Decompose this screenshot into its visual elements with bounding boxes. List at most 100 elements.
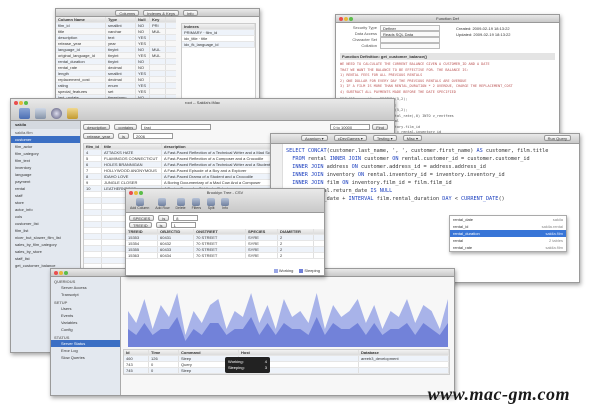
sidebar-item-table[interactable]: staff_list bbox=[11, 255, 80, 262]
column-header: Key bbox=[150, 17, 166, 22]
sidebar-item-table[interactable]: customer_list bbox=[11, 220, 80, 227]
csv-toolbar-button[interactable]: Add Column bbox=[130, 198, 149, 210]
sidebar-item-table[interactable]: film_category bbox=[11, 150, 80, 157]
tab-columns[interactable]: Columns bbox=[115, 10, 140, 16]
sidebar-item-table[interactable]: film_actor bbox=[11, 143, 80, 150]
minimize-button[interactable] bbox=[19, 101, 23, 105]
filter-value-input[interactable]: fast bbox=[141, 124, 212, 130]
sidebar-item-server[interactable]: Events bbox=[51, 312, 120, 319]
sql-editor[interactable]: SELECT CONCAT(customer.last_name, ', ', … bbox=[286, 147, 575, 211]
autocomplete-item[interactable]: rental_id sakila.rental bbox=[450, 223, 566, 230]
csv-grid: TREEID OBJECTID ONSTREET SPECIES DIAMETER 153… bbox=[126, 229, 324, 259]
sidebar-item-table[interactable]: film_list bbox=[11, 227, 80, 234]
close-button[interactable] bbox=[339, 17, 343, 21]
minimize-button[interactable] bbox=[59, 271, 63, 275]
close-button[interactable] bbox=[129, 191, 133, 195]
csv-filter-op[interactable]: is bbox=[158, 214, 170, 221]
range-input[interactable]: 0 to 10000 bbox=[330, 124, 371, 130]
minimize-button[interactable] bbox=[344, 17, 348, 21]
sidebar-item-server[interactable]: Config bbox=[51, 326, 120, 333]
legend-label: Sleeping: bbox=[228, 365, 245, 370]
sidebar-item-table[interactable]: inventory bbox=[11, 164, 80, 171]
close-button[interactable] bbox=[14, 101, 18, 105]
query-icon[interactable] bbox=[51, 108, 62, 119]
content-icon[interactable] bbox=[67, 108, 78, 119]
sidebar-item-server[interactable]: Users bbox=[51, 305, 120, 312]
tab-indexes[interactable]: Indexes & Keys bbox=[143, 10, 179, 16]
sidebar-item-table[interactable]: sales_by_store bbox=[11, 248, 80, 255]
sidebar-item-table[interactable]: actor_info bbox=[11, 206, 80, 213]
table-row[interactable]: 7450Sleeplocalhost:65421 bbox=[124, 368, 449, 374]
field-value[interactable] bbox=[380, 43, 440, 49]
sidebar-item-table[interactable]: language bbox=[11, 171, 80, 178]
query-menu-item[interactable]: cDevGames ▾ bbox=[333, 135, 367, 141]
autocomplete-item[interactable]: rental_duration sakila.film bbox=[450, 230, 566, 237]
filter-value-input-2[interactable]: 2006 bbox=[133, 133, 174, 139]
table-cell: IDAHO LOVE bbox=[102, 174, 162, 179]
query-menu-item[interactable]: Testing ▾ bbox=[372, 135, 397, 141]
autocomplete-item[interactable]: rental 2 tables bbox=[450, 237, 566, 244]
query-menu-item[interactable]: Misc ▾ bbox=[402, 135, 422, 141]
autocomplete-name: rental bbox=[453, 238, 464, 243]
csv-filter-op-2[interactable]: is bbox=[155, 221, 167, 228]
sidebar-item-table[interactable]: payment bbox=[11, 178, 80, 185]
filter-field-select[interactable]: description bbox=[83, 124, 111, 130]
csv-filters: SPECIES is 8 TREEID is 1 bbox=[126, 213, 324, 229]
csv-toolbar-button[interactable]: Split bbox=[207, 198, 216, 210]
autocomplete-item[interactable]: rental_rate sakila.film bbox=[450, 244, 566, 251]
sidebar-item-server[interactable]: Server Access bbox=[51, 284, 120, 291]
minimize-button[interactable] bbox=[134, 191, 138, 195]
autocomplete-item[interactable]: rental_date sakila bbox=[450, 216, 566, 223]
sidebar-item-server[interactable]: Transcript bbox=[51, 291, 120, 298]
sidebar-item-table[interactable]: rental bbox=[11, 185, 80, 192]
toolbar-label: Add Column bbox=[130, 206, 150, 210]
csv-toolbar-button[interactable]: Filters bbox=[192, 198, 201, 210]
sidebar-item-table[interactable]: customer bbox=[11, 136, 80, 143]
csv-filter-field-2[interactable]: TREEID bbox=[129, 221, 152, 228]
csv-filter-value[interactable]: 8 bbox=[173, 214, 199, 221]
sidebar-item-table[interactable]: staff bbox=[11, 192, 80, 199]
sidebar-section-head: SETUP bbox=[54, 300, 68, 305]
zoom-button[interactable] bbox=[139, 191, 143, 195]
table-row[interactable]: 15363 60434 70 STREET SYRE 2 bbox=[126, 253, 324, 259]
table-cell: title bbox=[56, 29, 106, 34]
table-cell bbox=[150, 89, 166, 94]
structure-grid: Column Name Type Null Key film_id smallint NO P… bbox=[56, 17, 176, 101]
sidebar-item-table[interactable]: film_text bbox=[11, 157, 80, 164]
query-menu-item[interactable]: Acanium ▾ bbox=[301, 135, 328, 141]
database-icon[interactable] bbox=[19, 108, 30, 119]
csv-toolbar-button[interactable]: Delete bbox=[175, 198, 186, 210]
filter-op-select[interactable]: contains bbox=[114, 124, 138, 130]
sql-keyword: CURRENT_DATE bbox=[460, 196, 499, 202]
table-cell: A Fast-Paced Episode of a Boy and a Expl… bbox=[162, 168, 272, 173]
column-header: Command bbox=[179, 350, 239, 355]
csv-toolbar-button[interactable]: Add Row bbox=[155, 198, 169, 210]
tab-info[interactable]: Info bbox=[182, 10, 198, 16]
csv-filter-value-2[interactable]: 1 bbox=[170, 221, 196, 228]
sidebar-item-server[interactable]: Error Log bbox=[51, 347, 120, 354]
filter-field-select-2[interactable]: release_year bbox=[83, 133, 115, 139]
table-cell: JUNGLE CLOSER bbox=[102, 180, 162, 185]
csv-toolbar-button[interactable]: Info bbox=[221, 198, 230, 210]
zoom-button[interactable] bbox=[24, 101, 28, 105]
zoom-button[interactable] bbox=[64, 271, 68, 275]
database-selector[interactable]: sakila bbox=[11, 121, 80, 129]
sidebar-item-server[interactable]: Slow Queries bbox=[51, 354, 120, 361]
close-button[interactable] bbox=[54, 271, 58, 275]
csv-filter-field[interactable]: SPECIES bbox=[129, 214, 155, 221]
sql-keyword: ON bbox=[342, 180, 349, 186]
toolbar-label: Split bbox=[207, 206, 215, 210]
table-cell: A Fast-Paced Reflection of a Composer an… bbox=[162, 156, 272, 161]
filter-op-select-2[interactable]: is bbox=[118, 133, 130, 139]
sidebar-item-table[interactable]: sales_by_film_category bbox=[11, 241, 80, 248]
sidebar-item-server[interactable]: Server Status bbox=[51, 340, 120, 347]
function-definition-label: Function Definition: get_customer_balanc… bbox=[340, 53, 555, 60]
structure-icon[interactable] bbox=[35, 108, 46, 119]
zoom-button[interactable] bbox=[349, 17, 353, 21]
sidebar-item-table[interactable]: store bbox=[11, 199, 80, 206]
run-query-button[interactable]: Run Query bbox=[543, 135, 571, 141]
sidebar-item-table[interactable]: nicer_but_slower_film_list bbox=[11, 234, 80, 241]
find-button[interactable]: Find bbox=[372, 124, 388, 130]
sidebar-item-server[interactable]: Variables bbox=[51, 319, 120, 326]
sidebar-item-table[interactable]: cols bbox=[11, 213, 80, 220]
